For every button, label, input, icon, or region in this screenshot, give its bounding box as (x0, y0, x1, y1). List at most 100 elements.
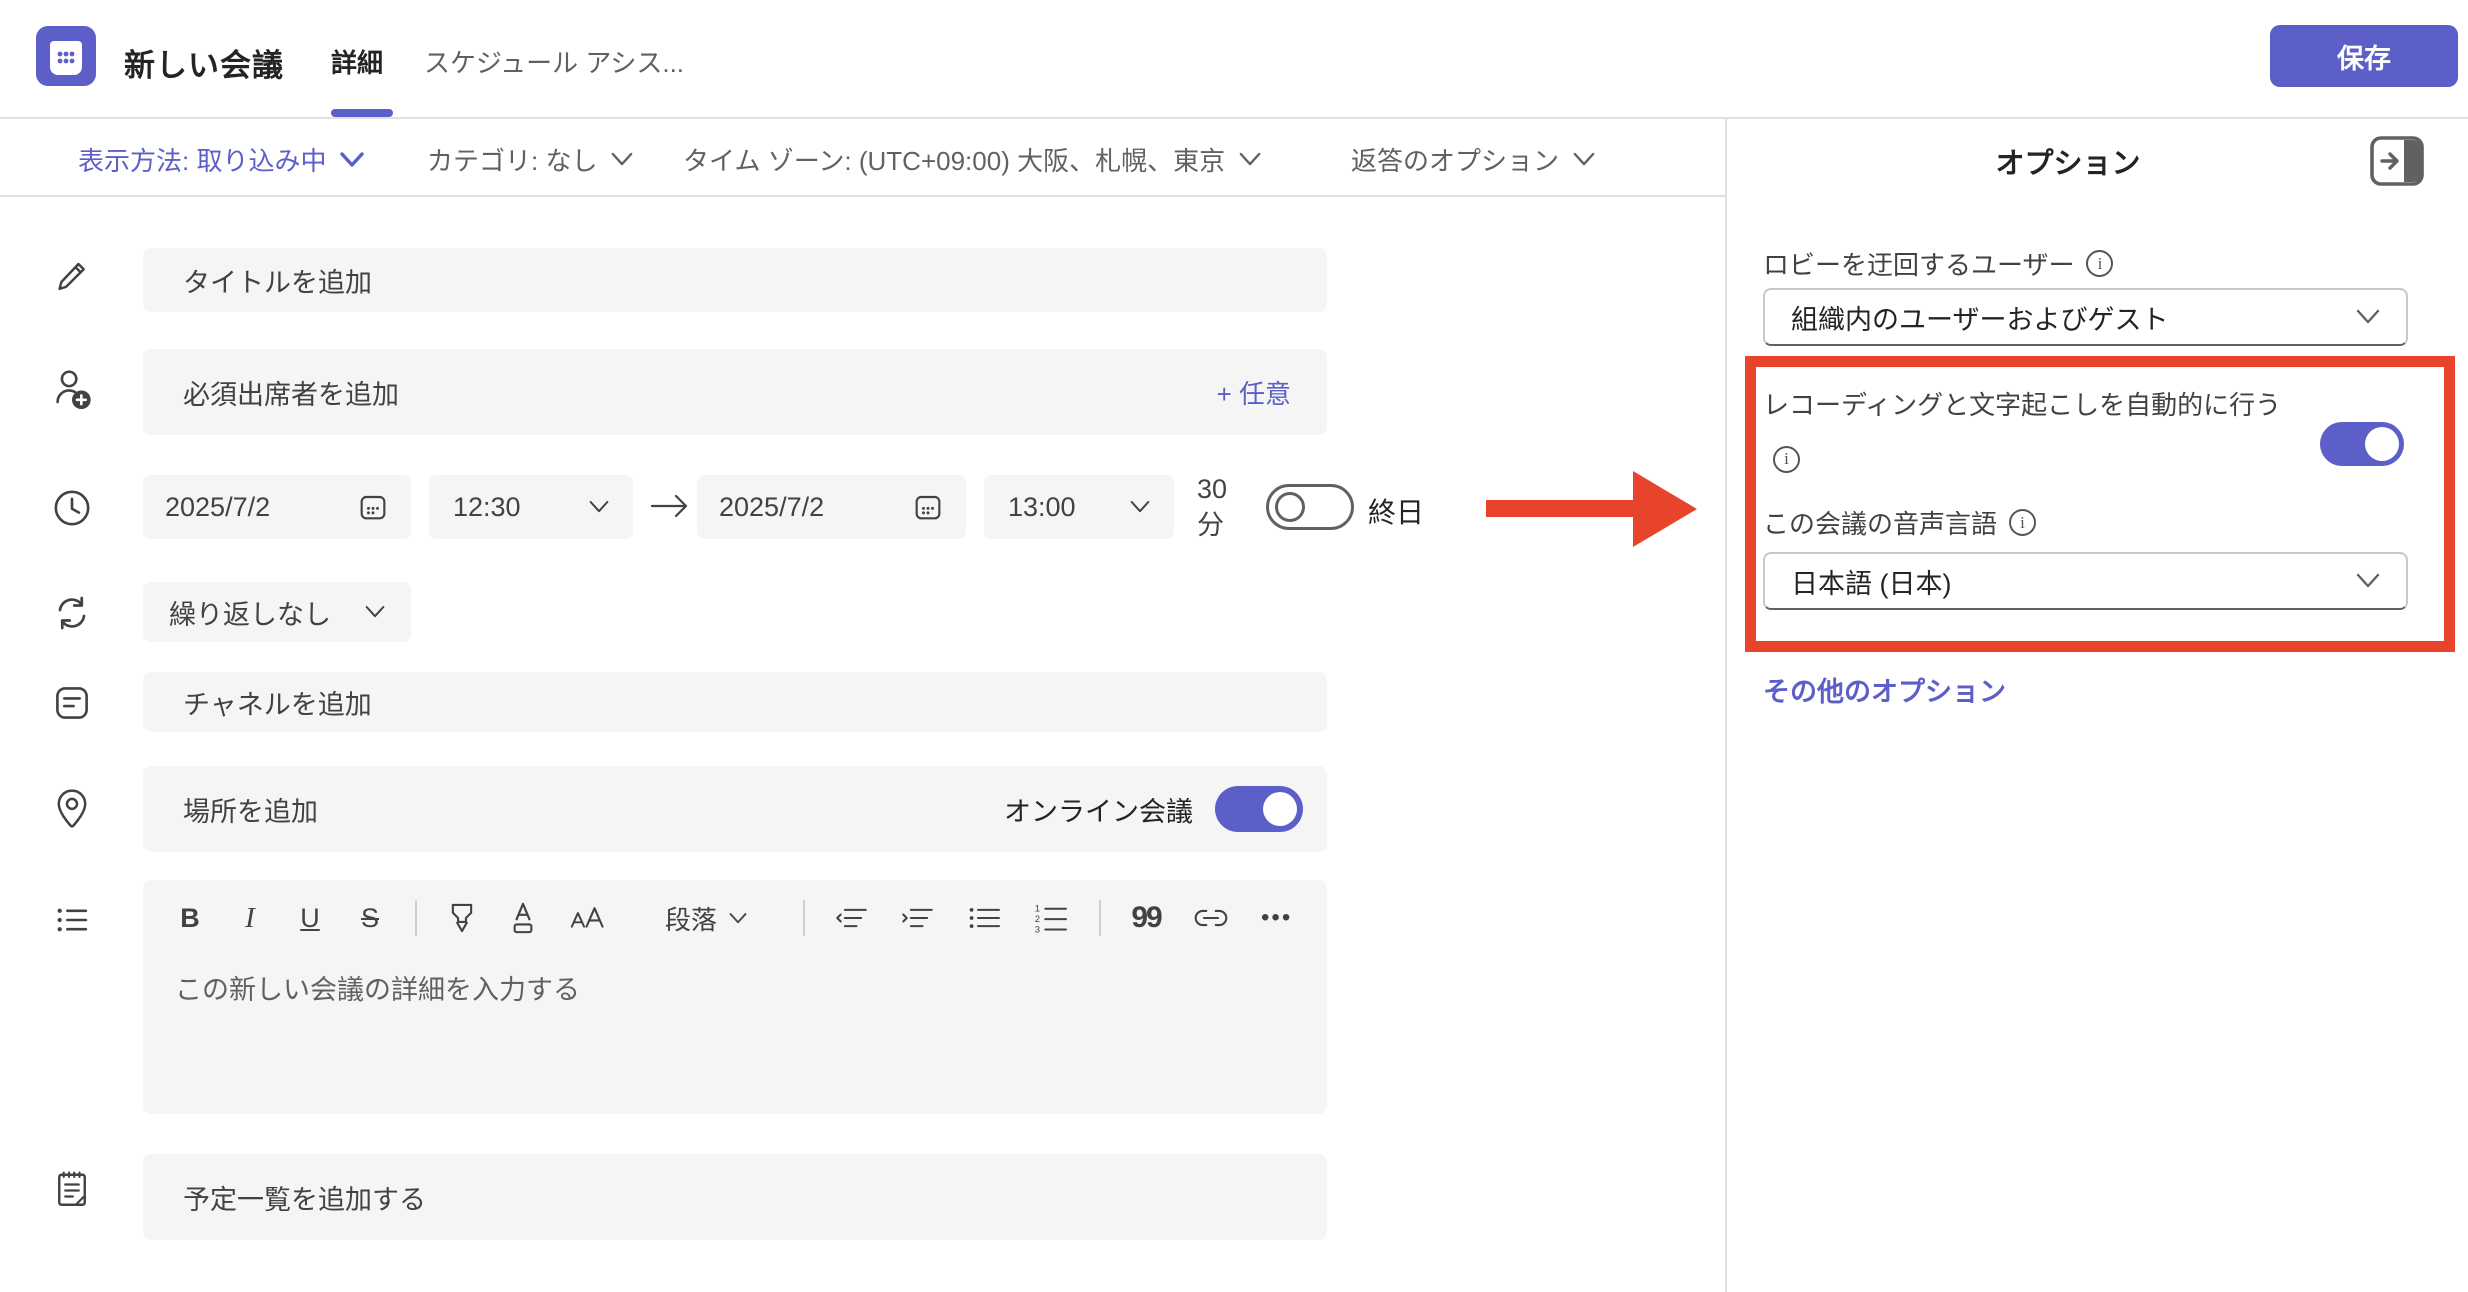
svg-text:3: 3 (1035, 924, 1040, 933)
font-color-button[interactable] (507, 898, 539, 938)
lobby-bypass-text: ロビーを迂回するユーザー (1763, 245, 2074, 282)
quote-button[interactable]: 99 (1131, 898, 1161, 938)
lobby-bypass-label: ロビーを迂回するユーザー (1763, 245, 2113, 282)
start-date-value: 2025/7/2 (165, 492, 270, 523)
tab-details[interactable]: 詳細 (331, 43, 383, 80)
location-placeholder: 場所を追加 (183, 790, 318, 829)
end-time-dropdown[interactable]: 13:00 (984, 475, 1174, 539)
auto-recording-label: レコーディングと文字起こしを自動的に行う (1763, 382, 2303, 474)
online-meeting-label: オンライン会議 (1004, 790, 1193, 829)
calendar-icon (357, 491, 389, 523)
audio-language-dropdown[interactable]: 日本語 (日本) (1763, 552, 2408, 610)
panel-divider (1725, 117, 1727, 1292)
bold-button[interactable]: B (175, 898, 205, 938)
active-tab-underline (331, 109, 393, 117)
meeting-title-placeholder: タイトルを追加 (183, 261, 372, 300)
duration-unit: 分 (1197, 507, 1257, 543)
chevron-down-icon (611, 152, 633, 167)
pencil-icon (48, 260, 96, 300)
chevron-down-icon (589, 500, 609, 514)
add-person-icon (48, 366, 96, 412)
start-date-picker[interactable]: 2025/7/2 (143, 475, 411, 539)
chevron-down-icon (2356, 573, 2380, 589)
agenda-input[interactable]: 予定一覧を追加する (143, 1154, 1327, 1240)
category-label: カテゴリ: なし (427, 141, 597, 178)
audio-language-text: この会議の音声言語 (1763, 504, 1997, 541)
chevron-down-icon (1239, 152, 1261, 167)
recurrence-icon (48, 592, 96, 634)
options-panel-title: オプション (1763, 140, 2373, 182)
audio-language-value: 日本語 (日本) (1791, 562, 1951, 601)
italic-button[interactable]: I (235, 898, 265, 938)
save-button[interactable]: 保存 (2270, 25, 2458, 87)
toolbar-divider (1099, 900, 1101, 936)
toolbar-divider (803, 900, 805, 936)
auto-recording-toggle[interactable] (2320, 422, 2404, 466)
toggle-knob (1263, 792, 1297, 826)
editor-toolbar: B I U S 段落 123 99 (175, 898, 1292, 938)
start-time-dropdown[interactable]: 12:30 (429, 475, 633, 539)
add-optional-attendees-link[interactable]: + 任意 (1217, 374, 1291, 411)
duration-value: 30 (1197, 471, 1257, 507)
lobby-bypass-value: 組織内のユーザーおよびゲスト (1791, 298, 2168, 337)
end-time-value: 13:00 (1008, 492, 1076, 523)
required-attendees-input[interactable]: 必須出席者を追加 + 任意 (143, 349, 1327, 435)
agenda-placeholder: 予定一覧を追加する (183, 1178, 426, 1217)
start-time-value: 12:30 (453, 492, 521, 523)
chevron-down-icon (340, 152, 364, 168)
channel-input[interactable]: チャネルを追加 (143, 672, 1327, 732)
lobby-bypass-dropdown[interactable]: 組織内のユーザーおよびゲスト (1763, 288, 2408, 346)
info-icon[interactable] (2086, 250, 2113, 277)
online-meeting-toggle[interactable] (1215, 786, 1303, 832)
chevron-down-icon (1130, 500, 1150, 514)
annotation-arrow-head (1633, 471, 1697, 547)
paragraph-label: 段落 (665, 900, 717, 937)
toolbar-divider (415, 900, 417, 936)
highlighter-button[interactable] (447, 898, 477, 938)
more-formatting-button[interactable]: ••• (1261, 898, 1292, 938)
notes-icon (48, 1168, 96, 1210)
collapse-panel-icon[interactable] (2368, 132, 2426, 190)
link-button[interactable] (1191, 898, 1231, 938)
channel-icon (48, 683, 96, 723)
underline-button[interactable]: U (295, 898, 325, 938)
outdent-button[interactable] (835, 898, 871, 938)
recurrence-value: 繰り返しなし (169, 593, 331, 632)
indent-button[interactable] (901, 898, 937, 938)
annotation-arrow-shaft (1486, 500, 1636, 517)
agenda-list-icon (48, 900, 96, 940)
bullet-list-button[interactable] (967, 898, 1003, 938)
all-day-label: 終日 (1368, 491, 1424, 531)
duration-label: 30 分 (1197, 471, 1257, 543)
response-options-dropdown[interactable]: 返答のオプション (1351, 141, 1595, 178)
timezone-dropdown[interactable]: タイム ゾーン: (UTC+09:00) 大阪、札幌、東京 (683, 141, 1261, 178)
new-meeting-window: 新しい会議 詳細 スケジュール アシス... 保存 表示方法: 取り込み中 カテ… (0, 0, 2468, 1292)
chevron-down-icon (729, 912, 747, 925)
end-date-picker[interactable]: 2025/7/2 (697, 475, 966, 539)
location-input[interactable]: 場所を追加 オンライン会議 (143, 766, 1327, 852)
strikethrough-button[interactable]: S (355, 898, 385, 938)
clock-icon (48, 488, 96, 528)
calendar-icon (912, 491, 944, 523)
info-icon[interactable] (1773, 446, 1800, 473)
show-as-dropdown[interactable]: 表示方法: 取り込み中 (78, 141, 364, 178)
svg-text:1: 1 (1035, 904, 1040, 914)
meeting-title-input[interactable]: タイトルを追加 (143, 248, 1327, 312)
toggle-knob (1275, 492, 1305, 522)
channel-placeholder: チャネルを追加 (183, 683, 372, 722)
category-dropdown[interactable]: カテゴリ: なし (427, 141, 633, 178)
paragraph-style-dropdown[interactable]: 段落 (665, 900, 747, 937)
header-divider (0, 117, 2468, 119)
required-attendees-placeholder: 必須出席者を追加 (183, 373, 399, 412)
end-date-value: 2025/7/2 (719, 492, 824, 523)
arrow-right-icon (648, 489, 692, 523)
more-options-link[interactable]: その他のオプション (1763, 670, 2006, 709)
toggle-knob (2365, 427, 2399, 461)
chevron-down-icon (2356, 309, 2380, 325)
recurrence-dropdown[interactable]: 繰り返しなし (143, 582, 411, 642)
all-day-toggle[interactable] (1266, 484, 1354, 530)
numbered-list-button[interactable]: 123 (1033, 898, 1069, 938)
font-size-button[interactable] (569, 898, 609, 938)
tab-scheduling-assistant[interactable]: スケジュール アシス... (424, 43, 684, 80)
info-icon[interactable] (2009, 509, 2036, 536)
